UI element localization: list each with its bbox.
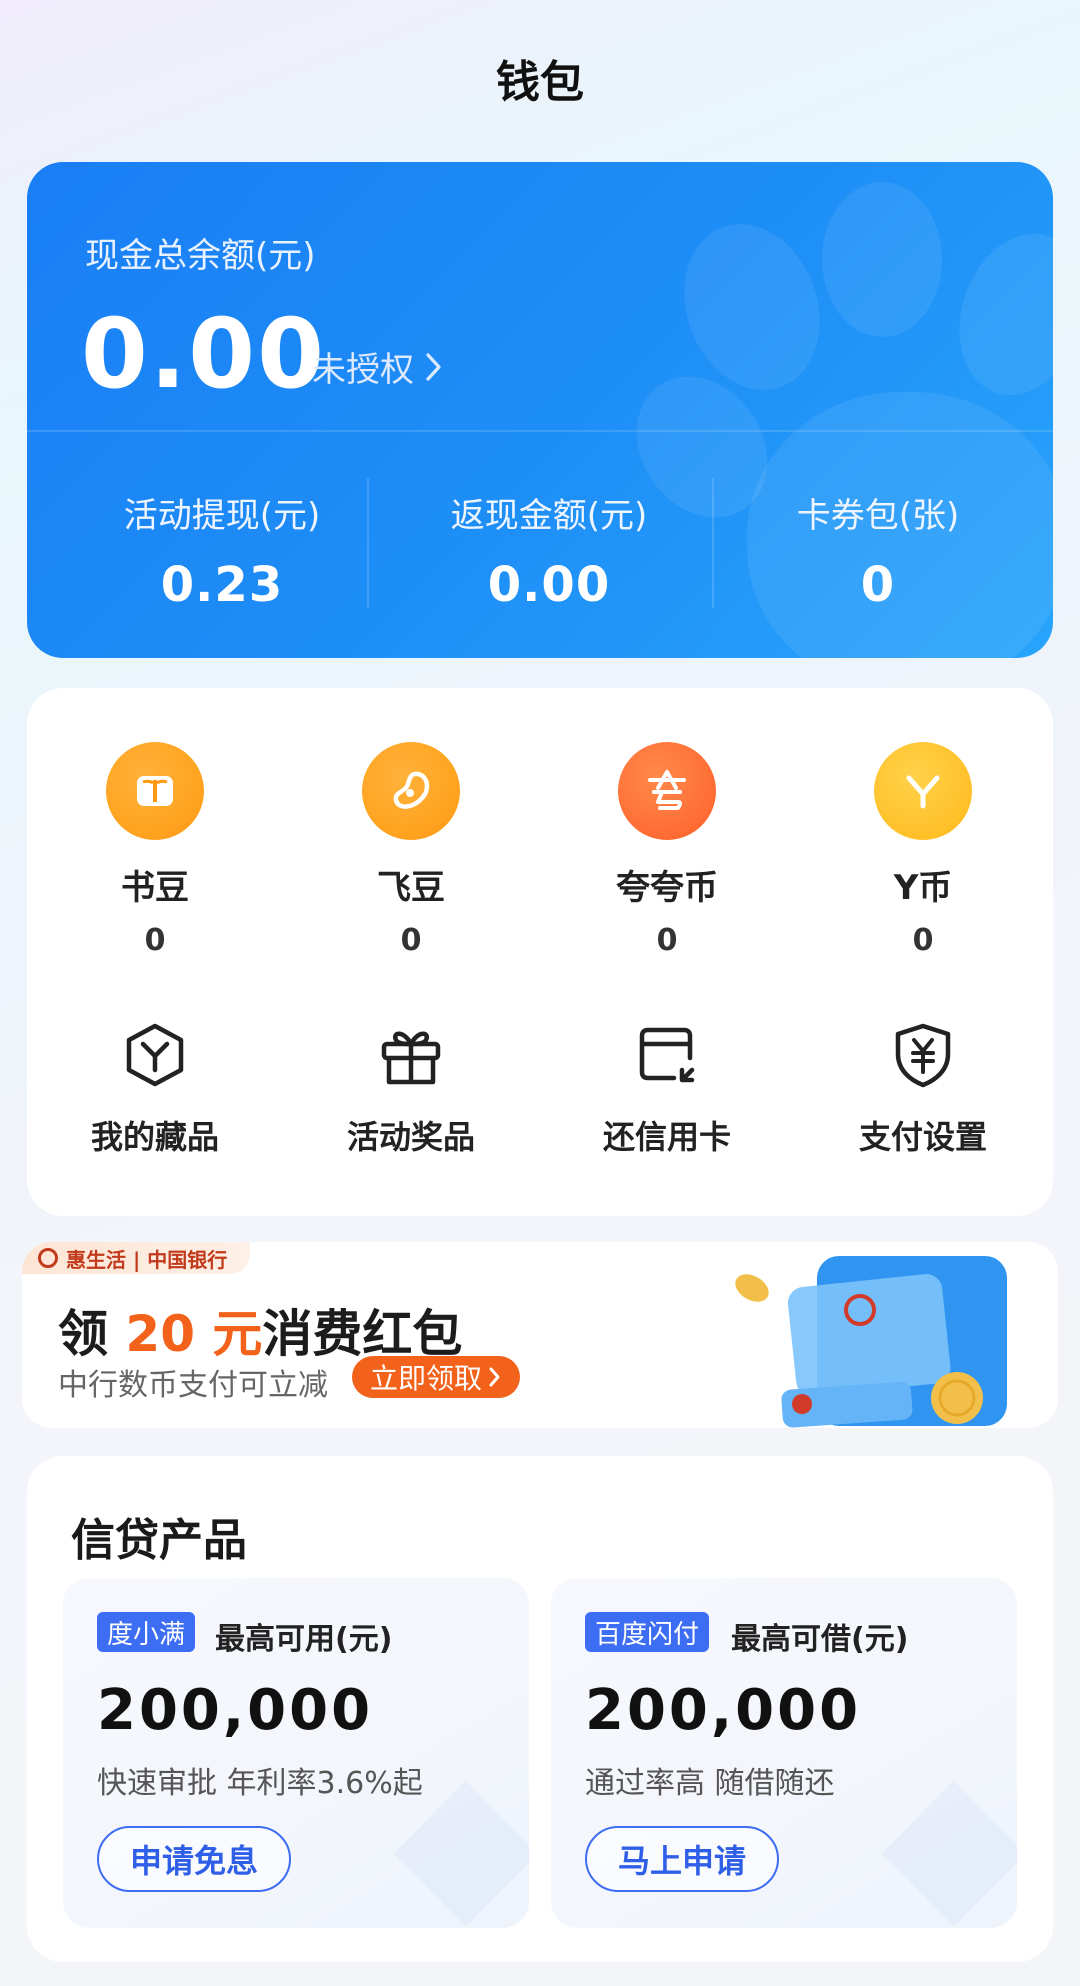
claim-now-button[interactable]: 立即领取 bbox=[352, 1356, 521, 1398]
brand-tag: 度小满 bbox=[97, 1612, 196, 1652]
stat-label: 返现金额(元) bbox=[450, 496, 648, 536]
banner-partner-tag: 惠生活 | 中国银行 bbox=[22, 1242, 250, 1274]
yuan-y-icon bbox=[874, 742, 972, 840]
stat-label: 活动提现(元) bbox=[123, 496, 321, 536]
digital-rmb-card-illustration bbox=[735, 1256, 1007, 1428]
stat-value: 0.00 bbox=[487, 557, 611, 613]
point-label: Y币 bbox=[893, 868, 953, 908]
stat-coupons[interactable]: 卡券包(张) 0 bbox=[748, 488, 1008, 613]
balance-amount: 0.00 bbox=[81, 298, 326, 410]
paw-decoration bbox=[822, 182, 942, 337]
authorize-link[interactable]: 未授权 bbox=[312, 342, 444, 391]
product-amount: 200,000 bbox=[97, 1678, 374, 1743]
product-card-baidu-flashpay[interactable]: ◆ 百度闪付 最高可借(元) 200,000 通过率高 随借随还 马上申请 bbox=[551, 1578, 1017, 1928]
kuakua-icon bbox=[618, 742, 716, 840]
chevron-right-icon bbox=[426, 352, 441, 381]
yen-shield-icon bbox=[895, 1023, 951, 1088]
product-amount: 200,000 bbox=[585, 1678, 862, 1743]
promo-banner[interactable]: 惠生活 | 中国银行 领 20 元消费红包 中行数币支付可立减 立即领取 bbox=[22, 1242, 1058, 1428]
collection-cube-icon bbox=[126, 1023, 184, 1087]
banner-title-highlight: 20 元 bbox=[125, 1305, 263, 1363]
book-icon bbox=[106, 742, 204, 840]
page-title: 钱包 bbox=[496, 57, 584, 108]
point-label: 夸夸币 bbox=[616, 868, 718, 908]
apply-now-button[interactable]: 马上申请 bbox=[585, 1826, 779, 1892]
service-label: 活动奖品 bbox=[346, 1118, 475, 1156]
bank-logo-icon bbox=[38, 1248, 58, 1268]
service-label: 还信用卡 bbox=[602, 1118, 731, 1156]
product-head: 最高可用(元) bbox=[215, 1622, 393, 1657]
stat-value: 0.23 bbox=[160, 557, 284, 613]
product-desc: 快速审批 年利率3.6%起 bbox=[97, 1766, 423, 1801]
banner-tag-text: 惠生活 | 中国银行 bbox=[66, 1247, 228, 1272]
divider bbox=[367, 478, 369, 608]
service-label: 支付设置 bbox=[858, 1118, 987, 1156]
stat-value: 0 bbox=[860, 557, 896, 613]
service-label: 我的藏品 bbox=[90, 1118, 219, 1156]
product-head: 最高可借(元) bbox=[731, 1622, 909, 1657]
point-item-shudou[interactable]: 书豆 0 bbox=[27, 742, 283, 958]
point-value: 0 bbox=[912, 923, 934, 958]
point-value: 0 bbox=[400, 923, 422, 958]
gift-icon bbox=[381, 1031, 441, 1085]
points-services-card: 书豆 0 飞豆 0 夸夸币 0 Y币 0 我的藏品 活动奖品 还信用卡 支付设置 bbox=[27, 688, 1053, 1216]
banner-title-prefix: 领 bbox=[58, 1305, 126, 1363]
service-my-collection[interactable]: 我的藏品 bbox=[27, 1020, 283, 1158]
divider bbox=[712, 478, 714, 608]
section-title: 信贷产品 bbox=[71, 1515, 247, 1566]
paw-decoration bbox=[939, 217, 1053, 412]
credit-products-card: 信贷产品 ◆ 度小满 最高可用(元) 200,000 快速审批 年利率3.6%起… bbox=[27, 1456, 1053, 1962]
stat-cashback[interactable]: 返现金额(元) 0.00 bbox=[419, 488, 679, 613]
bean-icon bbox=[362, 742, 460, 840]
point-label: 书豆 bbox=[121, 868, 189, 908]
point-item-kuakua[interactable]: 夸夸币 0 bbox=[539, 742, 795, 958]
credit-card-icon bbox=[639, 1027, 695, 1083]
stat-label: 卡券包(张) bbox=[796, 496, 960, 536]
auth-status-label: 未授权 bbox=[312, 350, 414, 390]
banner-title-suffix: 消费红包 bbox=[262, 1305, 463, 1363]
banner-subtitle: 中行数币支付可立减 bbox=[58, 1368, 328, 1403]
wallet-balance-card[interactable]: 现金总余额(元) 0.00 未授权 活动提现(元) 0.23 返现金额(元) 0… bbox=[27, 162, 1053, 658]
brand-tag: 百度闪付 bbox=[585, 1612, 710, 1652]
chevron-right-icon bbox=[489, 1367, 500, 1387]
point-item-feidou[interactable]: 飞豆 0 bbox=[283, 742, 539, 958]
claim-now-label: 立即领取 bbox=[370, 1362, 483, 1395]
product-card-duxiaoman[interactable]: ◆ 度小满 最高可用(元) 200,000 快速审批 年利率3.6%起 申请免息 bbox=[63, 1578, 529, 1928]
apply-interest-free-button[interactable]: 申请免息 bbox=[97, 1826, 291, 1892]
service-payment-settings[interactable]: 支付设置 bbox=[795, 1020, 1051, 1158]
watermark-decoration: ◆ bbox=[880, 1727, 1017, 1928]
service-repay-credit-card[interactable]: 还信用卡 bbox=[539, 1020, 795, 1158]
product-desc: 通过率高 随借随还 bbox=[585, 1766, 835, 1801]
point-label: 飞豆 bbox=[377, 868, 445, 908]
balance-label: 现金总余额(元) bbox=[85, 236, 316, 276]
point-value: 0 bbox=[656, 923, 678, 958]
point-value: 0 bbox=[144, 923, 166, 958]
service-activity-prizes[interactable]: 活动奖品 bbox=[283, 1020, 539, 1158]
stat-activity-withdraw[interactable]: 活动提现(元) 0.23 bbox=[92, 488, 352, 613]
divider bbox=[27, 430, 1053, 432]
point-item-ycoin[interactable]: Y币 0 bbox=[795, 742, 1051, 958]
